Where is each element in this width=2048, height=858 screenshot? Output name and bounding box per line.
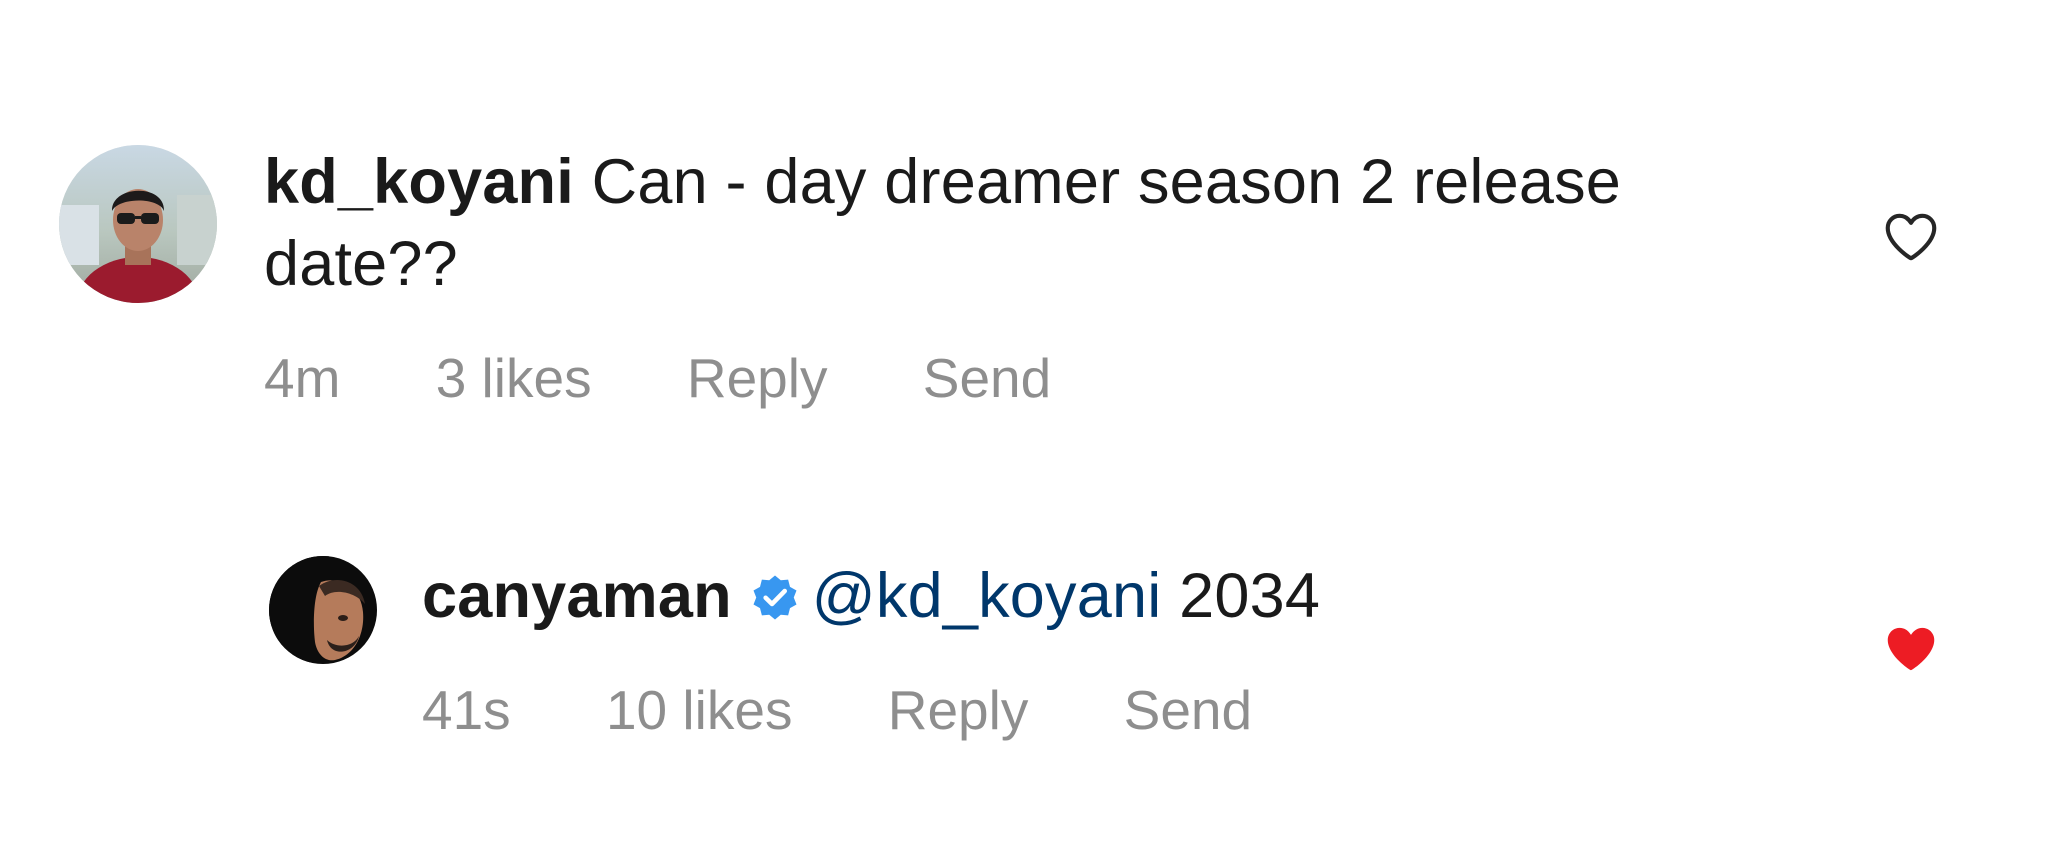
reply-button[interactable]: Reply (687, 347, 828, 409)
like-button[interactable] (1880, 205, 1942, 267)
verified-badge-icon (753, 575, 797, 620)
reply-text: canyaman @kd_koyani 2034 (422, 555, 1722, 637)
reply-button[interactable]: Reply (888, 679, 1029, 741)
comment-time: 4m (264, 347, 341, 409)
profile-photo-icon (59, 145, 217, 303)
heart-outline-icon (1885, 213, 1937, 261)
send-button[interactable]: Send (923, 347, 1051, 409)
comment-body: 2034 (1161, 561, 1321, 631)
heart-filled-icon (1887, 627, 1935, 671)
send-button[interactable]: Send (1124, 679, 1252, 741)
comment-likes[interactable]: 3 likes (436, 347, 592, 409)
comment-username[interactable]: kd_koyani (264, 147, 574, 217)
comment-meta: 4m 3 likes Reply Send (264, 346, 1131, 410)
comment-text: kd_koyani Can - day dreamer season 2 rel… (264, 141, 1784, 305)
avatar[interactable] (269, 556, 377, 664)
mention-link[interactable]: @kd_koyani (812, 561, 1162, 631)
comment-username[interactable]: canyaman (422, 561, 732, 631)
profile-photo-icon (269, 556, 377, 664)
comment-time: 41s (422, 679, 511, 741)
like-button[interactable] (1880, 617, 1942, 679)
comment-likes[interactable]: 10 likes (606, 679, 792, 741)
avatar[interactable] (59, 145, 217, 303)
comment-meta: 41s 10 likes Reply Send (422, 678, 1332, 742)
